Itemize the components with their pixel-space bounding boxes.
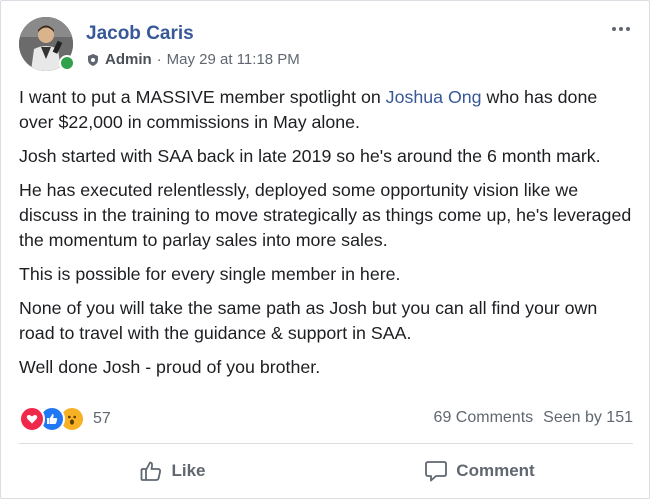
- post-meta: Admin · May 29 at 11:18 PM: [86, 51, 300, 68]
- more-dot-icon: [619, 27, 623, 31]
- comment-button[interactable]: Comment: [326, 449, 633, 493]
- seen-by-link[interactable]: Seen by 151: [543, 409, 633, 427]
- comments-count-link[interactable]: 69 Comments: [434, 409, 534, 427]
- post-paragraph: I want to put a MASSIVE member spotlight…: [19, 85, 634, 135]
- post-stats: 69 Comments Seen by 151: [434, 409, 633, 427]
- author-name[interactable]: Jacob Caris: [86, 23, 194, 45]
- meta-separator: ·: [156, 51, 162, 68]
- reactions-summary[interactable]: 57: [19, 406, 111, 432]
- post-card: Jacob Caris Admin · May 29 at 11:18 PM I…: [0, 0, 650, 499]
- online-status-indicator: [59, 55, 75, 71]
- like-button[interactable]: Like: [19, 449, 326, 493]
- post-paragraph: None of you will take the same path as J…: [19, 298, 598, 343]
- like-label: Like: [171, 461, 206, 480]
- post-header: Jacob Caris Admin · May 29 at 11:18 PM: [19, 17, 631, 73]
- post-actions: Like Comment: [19, 449, 633, 493]
- post-paragraph: Well done Josh - proud of you brother.: [19, 357, 321, 377]
- comment-bubble-icon: [424, 459, 448, 483]
- member-mention-link[interactable]: Joshua Ong: [386, 87, 482, 107]
- thumbs-up-icon: [139, 459, 163, 483]
- role-badge: Admin: [105, 51, 152, 68]
- admin-shield-icon: [86, 53, 100, 67]
- post-body: I want to put a MASSIVE member spotlight…: [19, 85, 634, 389]
- more-options-button[interactable]: [603, 17, 639, 41]
- love-icon: [19, 406, 45, 432]
- reaction-count: 57: [93, 410, 111, 427]
- actions-divider: [19, 443, 633, 444]
- more-dot-icon: [612, 27, 616, 31]
- post-timestamp[interactable]: May 29 at 11:18 PM: [167, 51, 300, 68]
- paragraph-text: I want to put a MASSIVE member spotlight…: [19, 87, 386, 107]
- post-paragraph: Josh started with SAA back in late 2019 …: [19, 146, 601, 166]
- more-dot-icon: [626, 27, 630, 31]
- comment-label: Comment: [456, 461, 535, 480]
- post-paragraph: This is possible for every single member…: [19, 264, 401, 284]
- post-paragraph: He has executed relentlessly, deployed s…: [19, 180, 632, 250]
